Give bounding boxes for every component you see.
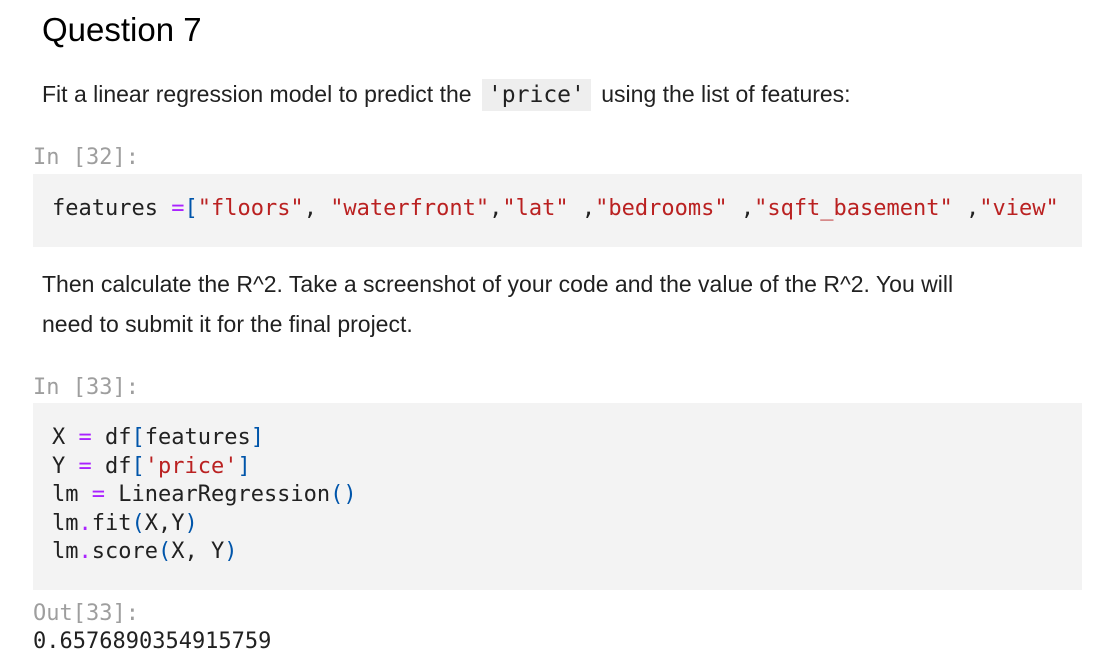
token-dot: . <box>78 510 92 536</box>
token-method: fit <box>91 510 132 536</box>
token-string: 'price' <box>144 453 238 479</box>
token-var: lm <box>52 510 79 536</box>
token-bracket: [ <box>131 453 145 479</box>
token-args: X, Y <box>171 539 225 565</box>
token-var: lm <box>52 539 79 565</box>
token-df: df <box>91 453 132 479</box>
code-line-x: X = df[features] <box>52 424 1082 453</box>
cell-33-code-input[interactable]: X = df[features] Y = df['price'] lm = Line… <box>33 403 1082 590</box>
cell-32-code-input[interactable]: features =["floors", "waterfront","lat" … <box>33 174 1082 247</box>
token-dot: . <box>78 539 92 565</box>
cell-33-output-value: 0.6576890354915759 <box>33 629 272 654</box>
token-comma: , <box>952 196 980 221</box>
token-paren: ( <box>157 539 172 565</box>
token-bracket: [ <box>184 196 198 221</box>
token-features: features <box>52 196 172 221</box>
token-string: "lat" <box>502 196 569 221</box>
code-line-features: features =["floors", "waterfront","lat" … <box>52 195 1082 224</box>
token-method: score <box>91 539 158 565</box>
instruction-text: Fit a linear regression model to predict… <box>42 74 851 115</box>
token-df: df <box>91 425 132 450</box>
cell-32-prompt: In [32]: <box>33 145 139 170</box>
token-assign: = <box>78 425 92 450</box>
token-string: "floors" <box>197 196 304 221</box>
token-paren: ) <box>184 510 198 536</box>
question-heading: Question 7 <box>42 11 202 48</box>
token-var: X <box>52 425 79 450</box>
token-features: features <box>144 425 251 450</box>
token-paren: ( <box>131 510 145 536</box>
token-paren: ) <box>224 539 238 565</box>
cell-33-out-prompt: Out[33]: <box>33 601 139 626</box>
token-bracket: [ <box>131 425 145 450</box>
token-comma: , <box>489 196 503 221</box>
token-class: LinearRegression <box>105 482 331 508</box>
token-string: "sqft_basement" <box>754 196 953 221</box>
token-var: lm <box>52 482 92 508</box>
token-comma: , <box>303 196 331 221</box>
token-comma: , <box>568 196 596 221</box>
instruction-before: Fit a linear regression model to predict… <box>42 81 472 107</box>
token-string: "waterfront" <box>330 196 490 221</box>
inline-code-price: 'price' <box>481 79 591 111</box>
token-bracket: ] <box>237 453 251 479</box>
instruction-line-2: need to submit it for the final project. <box>42 311 413 337</box>
token-string: "view" <box>979 196 1059 221</box>
code-line-y: Y = df['price'] <box>52 453 1082 482</box>
token-assign: = <box>78 453 92 479</box>
code-line-lm: lm = LinearRegression() <box>52 481 1082 510</box>
token-comma: , <box>727 196 755 221</box>
token-var: Y <box>52 453 79 479</box>
token-paren: () <box>330 482 357 508</box>
instruction-after: using the list of features: <box>601 81 851 107</box>
code-line-fit: lm.fit(X,Y) <box>52 510 1082 539</box>
token-assign: = <box>171 196 185 221</box>
code-line-score: lm.score(X, Y) <box>52 538 1082 567</box>
token-args: X,Y <box>144 510 185 536</box>
cell-33-prompt: In [33]: <box>33 375 139 400</box>
token-assign: = <box>91 482 105 508</box>
instruction-line-1: Then calculate the R^2. Take a screensho… <box>42 271 954 297</box>
token-string: "bedrooms" <box>595 196 728 221</box>
token-bracket: ] <box>250 425 264 450</box>
